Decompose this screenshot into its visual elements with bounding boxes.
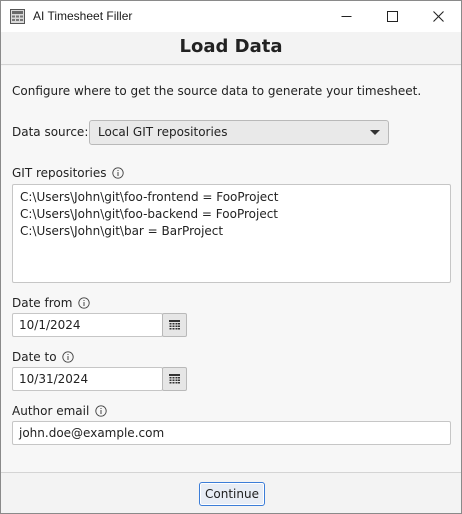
- date-to-value: 10/31/2024: [19, 372, 89, 386]
- calendar-icon: [169, 320, 180, 330]
- form-panel: Configure where to get the source data t…: [1, 66, 461, 472]
- date-from-calendar-button[interactable]: [162, 313, 187, 337]
- date-to-calendar-button[interactable]: [162, 367, 187, 391]
- info-icon[interactable]: [112, 167, 125, 182]
- git-repositories-textarea[interactable]: C:\Users\John\git\foo-frontend = FooProj…: [12, 184, 451, 283]
- footer-bar: Continue: [1, 472, 461, 513]
- data-source-select[interactable]: Local GIT repositories: [89, 120, 389, 145]
- git-repositories-label-row: GIT repositories: [12, 166, 125, 182]
- info-icon[interactable]: [62, 351, 75, 366]
- app-icon: [10, 9, 25, 24]
- calendar-icon: [169, 374, 180, 384]
- author-email-value: john.doe@example.com: [19, 426, 165, 440]
- info-icon[interactable]: [78, 297, 90, 312]
- author-email-label-row: Author email: [12, 404, 107, 420]
- maximize-icon: [386, 11, 398, 22]
- author-email-label: Author email: [12, 404, 90, 418]
- page-title: Load Data: [179, 36, 283, 57]
- continue-button[interactable]: Continue: [199, 482, 265, 506]
- data-source-label: Data source:: [12, 125, 89, 139]
- minimize-icon: [341, 16, 351, 17]
- date-to-label: Date to: [12, 350, 57, 364]
- maximize-button[interactable]: [369, 1, 415, 32]
- window-title: AI Timesheet Filler: [33, 9, 133, 23]
- title-bar[interactable]: AI Timesheet Filler: [1, 1, 461, 32]
- data-source-value: Local GIT repositories: [98, 125, 228, 139]
- minimize-button[interactable]: [323, 1, 369, 32]
- info-icon[interactable]: [95, 405, 107, 420]
- git-repository-line: C:\Users\John\git\bar = BarProject: [20, 224, 224, 238]
- date-to-label-row: Date to: [12, 350, 75, 366]
- page-header: Load Data: [1, 32, 461, 65]
- date-from-label: Date from: [12, 296, 73, 310]
- author-email-input[interactable]: john.doe@example.com: [12, 421, 451, 445]
- date-from-value: 10/1/2024: [19, 318, 81, 332]
- close-button[interactable]: [415, 1, 461, 32]
- git-repositories-label: GIT repositories: [12, 166, 107, 180]
- close-icon: [432, 11, 444, 22]
- app-window: AI Timesheet Filler Load Data Configure …: [0, 0, 462, 514]
- git-repository-line: C:\Users\John\git\foo-frontend = FooProj…: [20, 190, 279, 204]
- git-repository-line: C:\Users\John\git\foo-backend = FooProje…: [20, 207, 278, 221]
- date-to-input[interactable]: 10/31/2024: [12, 367, 163, 391]
- date-from-input[interactable]: 10/1/2024: [12, 313, 163, 337]
- intro-text: Configure where to get the source data t…: [12, 84, 422, 98]
- chevron-down-icon: [370, 130, 380, 135]
- date-from-label-row: Date from: [12, 296, 90, 312]
